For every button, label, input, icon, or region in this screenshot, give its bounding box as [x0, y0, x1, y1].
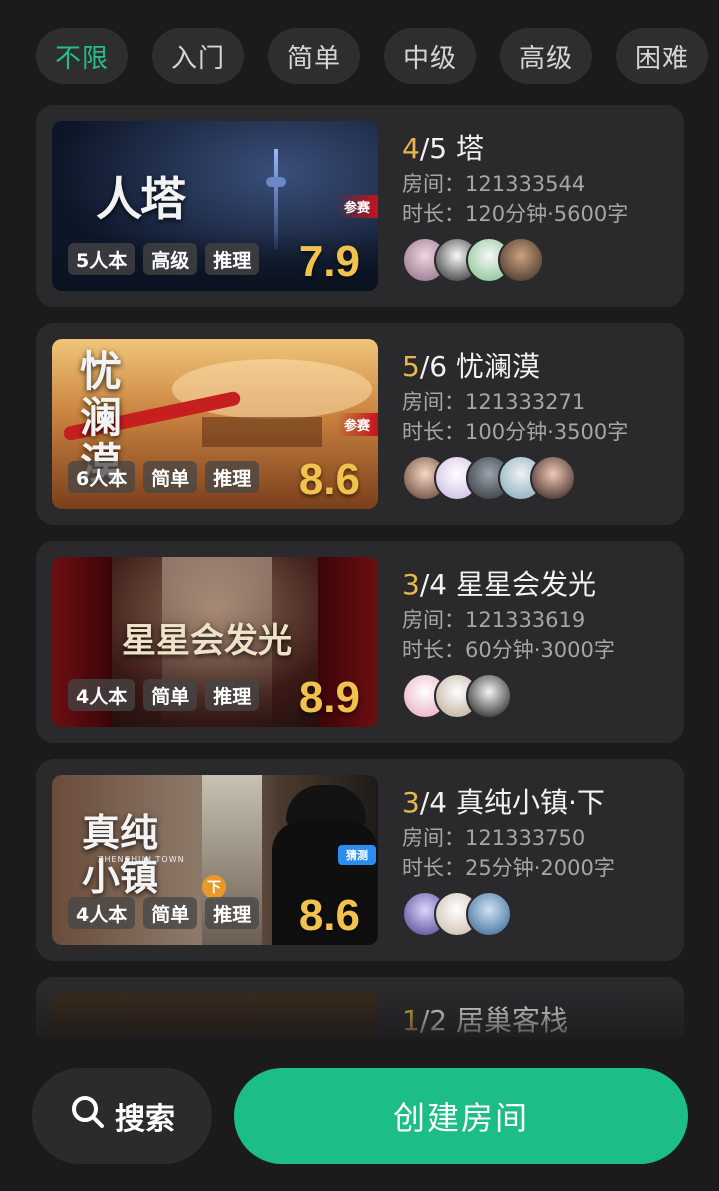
- room-id: 房间：121333619: [402, 608, 586, 632]
- player-avatars: [402, 891, 672, 937]
- room-title: 5/6 忧澜漠: [402, 347, 672, 387]
- room-card[interactable]: 星星会发光 4人本 简单 推理 8.9 3/4 星星会发光 房间：1213336…: [36, 541, 684, 743]
- player-count-current: 3: [402, 786, 420, 819]
- player-count-total: /5: [419, 132, 448, 165]
- script-cover-image: [52, 993, 378, 1037]
- part-badge: 下: [202, 875, 226, 899]
- room-id: 房间：121333271: [402, 390, 586, 414]
- script-cover-image: 真纯小镇 ZHENCHUN TOWN 下 猜测 4人本 简单 推理 8.6: [52, 775, 378, 945]
- avatar: [498, 237, 544, 283]
- avatar: [466, 673, 512, 719]
- tag-difficulty: 简单: [143, 897, 198, 929]
- player-count-current: 5: [402, 350, 420, 383]
- tag-difficulty: 简单: [143, 679, 198, 711]
- tag-genre: 推理: [205, 461, 260, 493]
- room-title: 3/4 星星会发光: [402, 565, 672, 605]
- cover-subtitle: ZHENCHUN TOWN: [98, 855, 185, 864]
- player-avatars: [402, 237, 672, 283]
- avatar: [530, 455, 576, 501]
- cover-title: 人塔: [96, 172, 186, 226]
- search-button[interactable]: 搜索: [32, 1068, 212, 1164]
- script-name: 塔: [455, 132, 484, 165]
- room-title: 3/4 真纯小镇·下: [402, 783, 672, 823]
- filter-chip-easy[interactable]: 简单: [268, 28, 360, 84]
- script-cover-image: 星星会发光 4人本 简单 推理 8.9: [52, 557, 378, 727]
- rating-score: 8.6: [298, 455, 360, 504]
- player-avatars: [402, 455, 672, 501]
- tag-difficulty: 高级: [143, 243, 198, 275]
- tag-players: 4人本: [68, 679, 136, 711]
- player-avatars: [402, 673, 672, 719]
- tag-players: 5人本: [68, 243, 136, 275]
- avatar: [466, 891, 512, 937]
- player-count-current: 4: [402, 132, 420, 165]
- room-id: 房间：121333750: [402, 826, 586, 850]
- script-name: 星星会发光: [455, 568, 596, 601]
- difficulty-filter-bar: 不限 入门 简单 中级 高级 困难: [36, 28, 719, 84]
- player-count-total: /2: [419, 1004, 448, 1037]
- filter-chip-intermediate[interactable]: 中级: [384, 28, 476, 84]
- filter-chip-hard[interactable]: 困难: [616, 28, 708, 84]
- room-card[interactable]: 1/2 居巢客栈: [36, 977, 684, 1037]
- room-title: 4/5 塔: [402, 129, 672, 169]
- create-room-button[interactable]: 创建房间: [234, 1068, 688, 1164]
- script-name: 真纯小镇·下: [455, 786, 605, 819]
- room-card[interactable]: 真纯小镇 ZHENCHUN TOWN 下 猜测 4人本 简单 推理 8.6 3/…: [36, 759, 684, 961]
- tag-players: 6人本: [68, 461, 136, 493]
- script-cover-image: 忧澜漠 参赛 6人本 简单 推理 8.6: [52, 339, 378, 509]
- player-count-total: /4: [419, 568, 448, 601]
- tag-difficulty: 简单: [143, 461, 198, 493]
- script-name: 忧澜漠: [455, 350, 540, 383]
- rating-score: 8.6: [298, 891, 360, 940]
- room-title: 1/2 居巢客栈: [402, 1001, 672, 1037]
- contest-badge: 参赛: [335, 413, 378, 436]
- search-icon: [69, 1093, 107, 1139]
- contest-badge: 参赛: [335, 195, 378, 218]
- room-card[interactable]: 忧澜漠 参赛 6人本 简单 推理 8.6 5/6 忧澜漠 房间：12133327…: [36, 323, 684, 525]
- rating-score: 8.9: [298, 673, 360, 722]
- player-count-total: /6: [419, 350, 448, 383]
- room-list: 人塔 参赛 5人本 高级 推理 7.9 4/5 塔 房间：121333544 时…: [36, 105, 684, 1037]
- script-duration: 时长：100分钟·3500字: [402, 420, 629, 444]
- tag-genre: 推理: [205, 679, 260, 711]
- tag-genre: 推理: [205, 897, 260, 929]
- player-count-current: 3: [402, 568, 420, 601]
- tag-genre: 推理: [205, 243, 260, 275]
- room-id: 房间：121333544: [402, 172, 586, 196]
- room-card[interactable]: 人塔 参赛 5人本 高级 推理 7.9 4/5 塔 房间：121333544 时…: [36, 105, 684, 307]
- script-name: 居巢客栈: [455, 1004, 568, 1037]
- filter-chip-beginner[interactable]: 入门: [152, 28, 244, 84]
- script-cover-image: 人塔 参赛 5人本 高级 推理 7.9: [52, 121, 378, 291]
- create-room-label: 创建房间: [392, 1099, 529, 1137]
- cover-title: 星星会发光: [122, 621, 292, 661]
- tag-players: 4人本: [68, 897, 136, 929]
- script-duration: 时长：60分钟·3000字: [402, 638, 615, 662]
- search-button-label: 搜索: [115, 1102, 175, 1137]
- player-count-total: /4: [419, 786, 448, 819]
- filter-chip-all[interactable]: 不限: [36, 28, 128, 84]
- script-duration: 时长：120分钟·5600字: [402, 202, 629, 226]
- player-count-current: 1: [402, 1004, 420, 1037]
- script-duration: 时长：25分钟·2000字: [402, 856, 615, 880]
- guess-badge: 猜测: [338, 845, 376, 865]
- filter-chip-advanced[interactable]: 高级: [500, 28, 592, 84]
- rating-score: 7.9: [298, 237, 360, 286]
